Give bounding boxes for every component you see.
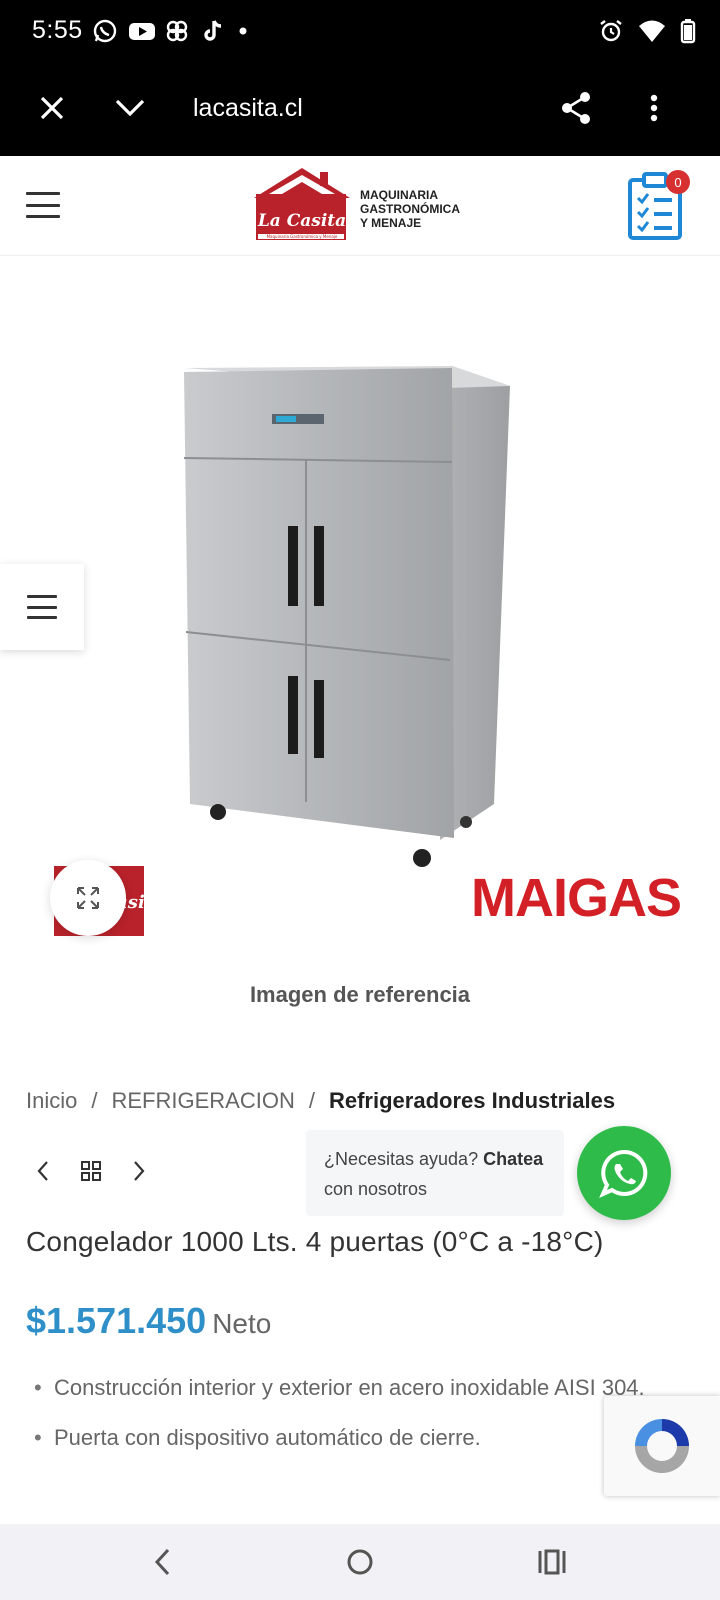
quote-list-button[interactable]: 0 xyxy=(626,170,690,242)
price-suffix: Neto xyxy=(212,1308,272,1339)
menu-icon-bar xyxy=(27,595,57,598)
whatsapp-icon xyxy=(599,1149,648,1198)
product-price: $1.571.450 Neto xyxy=(26,1300,271,1342)
screen: 5:55 lacasita.cl La Casita Maquinaria Ga… xyxy=(0,0,720,1600)
status-time: 5:55 xyxy=(32,16,83,44)
chat-prompt[interactable]: ¿Necesitas ayuda? Chatea con nosotros xyxy=(306,1130,564,1216)
zoom-button[interactable] xyxy=(50,860,126,936)
back-button[interactable] xyxy=(144,1544,180,1580)
alarm-icon xyxy=(598,18,624,49)
breadcrumb-home-link[interactable]: Inicio xyxy=(26,1088,77,1113)
home-icon xyxy=(347,1549,373,1575)
chevron-right-icon xyxy=(134,1161,145,1181)
wifi-icon xyxy=(638,18,666,49)
menu-icon-bar xyxy=(27,605,57,609)
chevron-left-icon xyxy=(37,1161,48,1181)
recents-icon xyxy=(538,1549,566,1575)
pinwheel-icon xyxy=(164,18,190,44)
system-navigation-bar xyxy=(0,1524,720,1600)
more-vert-icon xyxy=(650,94,658,127)
breadcrumb-category-link[interactable]: REFRIGERACION xyxy=(111,1088,294,1113)
share-icon xyxy=(560,91,592,130)
tiktok-icon xyxy=(200,18,226,44)
site-header: La Casita Maquinaria Gastronómica y Mena… xyxy=(0,156,720,256)
maigas-logo: MAIGAS xyxy=(471,868,681,928)
home-button[interactable] xyxy=(342,1544,378,1580)
system-icons xyxy=(598,18,696,49)
feature-list: Construcción interior y exterior en acer… xyxy=(34,1370,674,1470)
grid-icon xyxy=(81,1161,101,1181)
browser-toolbar: lacasita.cl xyxy=(0,64,720,156)
breadcrumb: Inicio / REFRIGERACION / Refrigeradores Indu… xyxy=(26,1088,615,1114)
breadcrumb-separator: / xyxy=(91,1088,98,1113)
whatsapp-chat-button[interactable] xyxy=(577,1126,671,1220)
whatsapp-icon xyxy=(92,18,118,44)
chat-prompt-bold: Chatea xyxy=(483,1149,544,1169)
menu-icon-bar xyxy=(26,215,60,218)
close-tab-button[interactable] xyxy=(28,86,76,134)
close-icon xyxy=(38,94,66,127)
dot-icon xyxy=(236,18,262,44)
side-menu-button[interactable] xyxy=(0,564,84,650)
youtube-icon xyxy=(128,18,155,44)
battery-icon xyxy=(680,18,696,49)
product-navigation xyxy=(30,1158,152,1184)
freezer-image[interactable]: MAIGAS La Casita xyxy=(0,256,720,946)
back-icon xyxy=(154,1548,170,1576)
chat-prompt-suffix: con nosotros xyxy=(324,1179,428,1199)
recaptcha-badge[interactable] xyxy=(604,1396,720,1496)
notification-icons xyxy=(92,18,262,44)
logo-house-icon: La Casita Maquinaria Gastronómica y Mena… xyxy=(254,168,350,240)
menu-button[interactable] xyxy=(26,192,60,218)
price-amount: $1.571.450 xyxy=(26,1300,207,1341)
cart-count-badge: 0 xyxy=(666,170,690,194)
breadcrumb-current[interactable]: Refrigeradores Industriales xyxy=(329,1088,615,1113)
back-to-products-button[interactable] xyxy=(78,1158,104,1184)
menu-icon-bar xyxy=(26,192,60,195)
recaptcha-icon xyxy=(635,1419,689,1473)
next-product-button[interactable] xyxy=(126,1158,152,1184)
list-item: Construcción interior y exterior en acer… xyxy=(34,1370,674,1406)
image-caption: Imagen de referencia xyxy=(249,982,471,1007)
logo-tagline: MAQUINARIA GASTRONÓMICA Y MENAJE xyxy=(360,188,460,230)
expand-icon xyxy=(77,887,99,909)
site-logo[interactable]: La Casita Maquinaria Gastronómica y Mena… xyxy=(254,164,474,248)
logo-subtext: Maquinaria Gastronómica y Menaje xyxy=(267,234,338,239)
menu-icon xyxy=(27,595,57,619)
previous-product-button[interactable] xyxy=(30,1158,56,1184)
status-bar: 5:55 xyxy=(0,0,720,64)
menu-icon-bar xyxy=(26,203,60,207)
recents-button[interactable] xyxy=(534,1544,570,1580)
minimize-button[interactable] xyxy=(106,86,154,134)
url-display[interactable]: lacasita.cl xyxy=(193,94,303,123)
product-title: Congelador 1000 Lts. 4 puertas (0°C a -1… xyxy=(26,1226,604,1257)
chat-prompt-prefix: ¿Necesitas ayuda? xyxy=(324,1149,484,1169)
share-button[interactable] xyxy=(552,86,600,134)
product-gallery[interactable]: MAIGAS La Casita xyxy=(0,256,720,946)
more-options-button[interactable] xyxy=(630,86,678,134)
chevron-down-icon xyxy=(115,98,145,123)
breadcrumb-separator: / xyxy=(308,1088,315,1113)
list-item: Puerta con dispositivo automático de cie… xyxy=(34,1420,674,1456)
logo-text: La Casita xyxy=(257,211,346,231)
menu-icon-bar xyxy=(27,616,57,619)
